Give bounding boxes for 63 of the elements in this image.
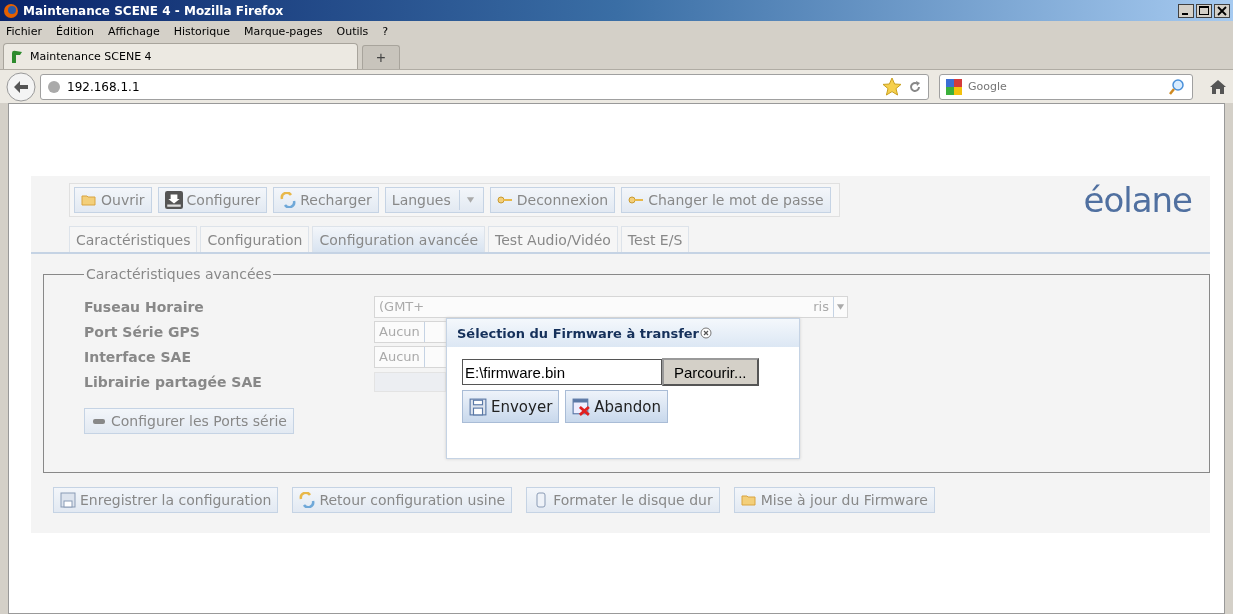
search-icon[interactable] <box>1168 77 1186 96</box>
browse-button[interactable]: Parcourir... <box>662 358 759 386</box>
action-button[interactable]: Formater le disque dur <box>526 487 720 513</box>
menu-item[interactable]: ? <box>382 24 389 38</box>
browser-logo-icon <box>3 2 19 19</box>
menu-item[interactable]: Marque-pages <box>244 24 323 38</box>
search-input[interactable]: Google <box>966 79 1164 94</box>
input-field[interactable] <box>374 371 446 392</box>
menu-item[interactable]: Outils <box>336 24 369 38</box>
menu-item[interactable]: Fichier <box>6 24 42 38</box>
toolbar-button[interactable]: Changer le mot de passe <box>621 187 831 213</box>
menu-item[interactable]: Affichage <box>108 24 160 38</box>
browser-tab[interactable]: Maintenance SCENE 4 <box>3 43 358 69</box>
menu-item[interactable]: Édition <box>55 24 94 38</box>
dropdown-field[interactable]: (GMT+ ris <box>374 295 848 318</box>
reload-icon <box>280 192 297 208</box>
url-text: 192.168.1.1 <box>67 79 140 94</box>
toolbar-button[interactable]: Deconnexion <box>489 187 616 213</box>
action-button[interactable]: Mise à jour du Firmware <box>733 487 935 513</box>
close-icon[interactable] <box>1214 3 1230 18</box>
caret-icon <box>836 303 845 310</box>
dialog-button[interactable]: Abandon <box>565 390 668 423</box>
tab[interactable]: Configuration <box>200 226 310 252</box>
action-button[interactable]: Retour configuration usine <box>292 487 513 513</box>
configure-ports-button[interactable]: Configurer les Ports série <box>84 408 294 434</box>
field-label: Librairie partagée SAE <box>84 373 263 390</box>
folder-icon <box>81 192 97 208</box>
logo: éolane <box>1083 180 1192 220</box>
address-field[interactable]: 192.168.1.1 <box>40 73 929 100</box>
field-label: Interface SAE <box>84 348 192 365</box>
caret-icon <box>465 197 475 203</box>
star-icon[interactable] <box>882 76 902 97</box>
file-path-field[interactable]: E:\firmware.bin <box>462 359 662 385</box>
tab[interactable]: Test Audio/Vidéo <box>488 226 618 252</box>
group-title: Caractéristiques avancées <box>85 266 273 282</box>
toolbar-button[interactable]: Langues <box>384 187 484 213</box>
dialog-button[interactable]: Envoyer <box>462 390 560 423</box>
toolbar-button[interactable]: Configurer <box>157 187 268 213</box>
toolbar-button[interactable]: Recharger <box>273 187 379 213</box>
toolbar-button[interactable]: Ouvrir <box>74 187 152 213</box>
field-label: Fuseau Horaire <box>84 298 205 315</box>
minimize-icon[interactable] <box>1178 3 1194 18</box>
back-icon[interactable] <box>6 71 36 102</box>
home-icon[interactable] <box>1209 77 1227 96</box>
dialog-title: Sélection du Firmware à transfer <box>457 325 700 341</box>
close-icon[interactable] <box>700 327 713 339</box>
action-button[interactable]: Enregistrer la configuration <box>53 487 279 513</box>
reload-icon[interactable] <box>908 79 922 94</box>
field-label: Port Série GPS <box>84 323 201 340</box>
window-title: Maintenance SCENE 4 - Mozilla Firefox <box>23 3 284 18</box>
menu-item[interactable]: Historique <box>173 24 231 38</box>
maximize-icon[interactable] <box>1196 3 1212 18</box>
new-tab-button[interactable]: + <box>362 45 400 69</box>
download-icon <box>164 191 183 209</box>
tab[interactable]: Configuration avancée <box>312 226 486 252</box>
search-field[interactable]: Google <box>939 73 1193 100</box>
reload-icon <box>299 492 316 508</box>
cancel-window-icon <box>572 397 591 416</box>
tab[interactable]: Test E/S <box>620 226 690 252</box>
tab[interactable]: Caractéristiques <box>69 226 198 252</box>
globe-icon <box>47 79 61 94</box>
folder-icon <box>740 492 757 508</box>
search-engine-icon[interactable] <box>946 78 962 95</box>
